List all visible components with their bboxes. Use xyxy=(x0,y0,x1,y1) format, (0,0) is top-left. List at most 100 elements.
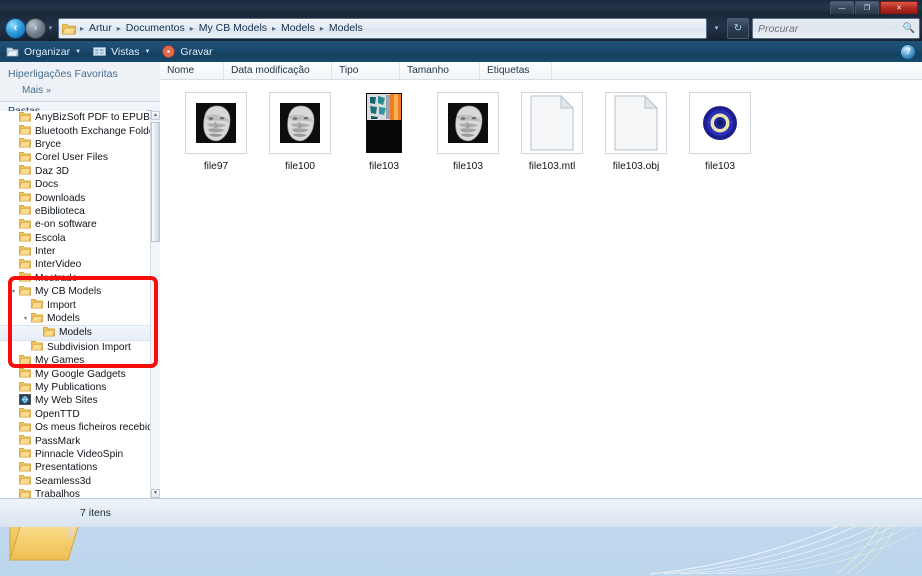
tree-item-os-meus-ficheiros-recebidos[interactable]: Os meus ficheiros recebidos xyxy=(0,421,152,434)
file-label: file103.mtl xyxy=(528,161,576,172)
burn-disc-icon xyxy=(162,45,176,58)
folder-icon xyxy=(19,474,32,488)
breadcrumb-item-2[interactable]: My CB Models xyxy=(197,20,269,37)
column-header-etiquetas[interactable]: Etiquetas xyxy=(480,62,552,79)
chevron-down-icon: ▾ xyxy=(714,24,719,32)
breadcrumb: ▸ Artur ▸ Documentos ▸ My CB Models ▸ Models ▸ Mo… xyxy=(77,20,365,37)
tree-item-downloads[interactable]: Downloads xyxy=(0,191,152,204)
tree-item-seamless3d[interactable]: Seamless3d xyxy=(0,475,152,488)
tree-item-inter[interactable]: Inter xyxy=(0,245,152,258)
file-item[interactable]: file103.obj xyxy=(594,92,678,172)
expander-icon[interactable]: ▾ xyxy=(8,288,19,295)
maximize-button[interactable]: ❐ xyxy=(855,1,879,15)
tree-item-trabalhos[interactable]: Trabalhos xyxy=(0,488,152,498)
tree-item-label: My Google Gadgets xyxy=(35,368,126,380)
file-item[interactable]: file103 xyxy=(342,92,426,172)
tree-item-my-publications[interactable]: My Publications xyxy=(0,381,152,394)
search-box[interactable]: 🔍 xyxy=(752,18,920,39)
favorite-links-header: Hiperligações Favoritas xyxy=(8,68,118,80)
breadcrumb-item-3[interactable]: Models xyxy=(279,20,317,37)
tree-item-docs[interactable]: Docs xyxy=(0,178,152,191)
views-icon xyxy=(93,47,106,56)
tree-item-daz-3d[interactable]: Daz 3D xyxy=(0,165,152,178)
burn-button[interactable]: Gravar xyxy=(156,42,218,61)
tree-item-ebiblioteca[interactable]: eBiblioteca xyxy=(0,205,152,218)
tree-item-label: Daz 3D xyxy=(35,165,69,177)
search-input[interactable] xyxy=(753,20,900,37)
tree-scrollbar[interactable]: ▲ ▼ xyxy=(150,111,160,498)
tree-item-bluetooth-exchange-folder[interactable]: Bluetooth Exchange Folder xyxy=(0,124,152,137)
back-button[interactable]: ‹ xyxy=(5,18,26,39)
tree-item-label: InterVideo xyxy=(35,259,82,271)
history-dropdown-button[interactable]: ▾ xyxy=(46,25,55,32)
file-item[interactable]: file97 xyxy=(174,92,258,172)
views-button[interactable]: Vistas ▼ xyxy=(87,42,156,61)
tree-item-label: OpenTTD xyxy=(35,408,80,420)
navigation-bar: ‹ › ▾ ▸ Artur ▸ Documentos ▸ My CB Models ▸ Mod… xyxy=(0,14,922,41)
tree-item-passmark[interactable]: PassMark xyxy=(0,434,152,447)
file-item[interactable]: file103 xyxy=(678,92,762,172)
folder-icon xyxy=(31,312,44,326)
column-header-nome[interactable]: Nome xyxy=(160,62,224,79)
file-item[interactable]: file103 xyxy=(426,92,510,172)
search-icon: 🔍 xyxy=(902,22,915,34)
organize-button[interactable]: Organizar ▼ xyxy=(0,42,87,61)
column-header-tipo[interactable]: Tipo xyxy=(332,62,400,79)
scrollbar-thumb[interactable] xyxy=(151,122,160,242)
command-toolbar: Organizar ▼ Vistas ▼ Gravar ? xyxy=(0,41,922,63)
column-header-tamanho[interactable]: Tamanho xyxy=(400,62,480,79)
scroll-down-button[interactable]: ▼ xyxy=(151,489,160,498)
tree-item-corel-user-files[interactable]: Corel User Files xyxy=(0,151,152,164)
tree-item-escola[interactable]: Escola xyxy=(0,232,152,245)
breadcrumb-item-4[interactable]: Models xyxy=(327,20,365,37)
tree-item-my-google-gadgets[interactable]: My Google Gadgets xyxy=(0,367,152,380)
scroll-up-button[interactable]: ▲ xyxy=(151,111,160,120)
help-button[interactable]: ? xyxy=(900,43,916,60)
breadcrumb-item-0[interactable]: Artur xyxy=(87,20,114,37)
folder-icon xyxy=(31,298,44,312)
refresh-button[interactable]: ↻ xyxy=(727,18,749,39)
folder-icon xyxy=(19,488,32,498)
minimize-button[interactable]: — xyxy=(830,1,854,15)
maximize-icon: ❐ xyxy=(863,4,871,12)
breadcrumb-item-1[interactable]: Documentos xyxy=(124,20,187,37)
tree-item-pinnacle-videospin[interactable]: Pinnacle VideoSpin xyxy=(0,448,152,461)
address-dropdown-button[interactable]: ▾ xyxy=(707,18,726,37)
tree-item-mestrado[interactable]: Mestrado xyxy=(0,272,152,285)
address-bar[interactable]: ▸ Artur ▸ Documentos ▸ My CB Models ▸ Models ▸ Mo… xyxy=(58,18,707,39)
tree-item-my-web-sites[interactable]: My Web Sites xyxy=(0,394,152,407)
folder-icon xyxy=(19,367,32,381)
close-button[interactable]: ✕ xyxy=(880,1,918,15)
file-item[interactable]: file103.mtl xyxy=(510,92,594,172)
refresh-icon: ↻ xyxy=(733,23,743,34)
tree-item-openttd[interactable]: OpenTTD xyxy=(0,408,152,421)
tree-item-label: Escola xyxy=(35,232,66,244)
tree-item-presentations[interactable]: Presentations xyxy=(0,461,152,474)
explorer-window: — ❐ ✕ ‹ › ▾ ▸ Artur ▸ Documentos ▸ My CB… xyxy=(0,0,922,498)
tree-item-label: Models xyxy=(59,327,92,339)
document-file-icon xyxy=(521,92,583,154)
tree-item-my-cb-models[interactable]: ▾ My CB Models xyxy=(0,285,152,298)
folder-icon xyxy=(19,137,32,151)
tree-item-import[interactable]: Import xyxy=(0,298,152,311)
tree-item-bryce[interactable]: Bryce xyxy=(0,138,152,151)
expander-icon[interactable]: ▾ xyxy=(20,315,31,322)
tree-item-my-games[interactable]: My Games xyxy=(0,354,152,367)
tree-item-subdivision-import[interactable]: Subdivision Import xyxy=(0,341,152,354)
column-header-data-modifica-o[interactable]: Data modificação xyxy=(224,62,332,79)
file-item[interactable]: file100 xyxy=(258,92,342,172)
forward-button[interactable]: › xyxy=(25,18,46,39)
organize-icon xyxy=(6,47,19,56)
tree-item-models[interactable]: Models xyxy=(0,325,152,341)
tree-item-label: My Publications xyxy=(35,382,107,393)
more-links-button[interactable]: Mais» xyxy=(0,84,160,99)
tree-item-anybizsoft-pdf-to-epub[interactable]: AnyBizSoft PDF to EPUB xyxy=(0,111,152,124)
chevron-down-icon: ▾ xyxy=(48,25,53,32)
tree-item-e-on-software[interactable]: e-on software xyxy=(0,218,152,231)
tree-item-intervideo[interactable]: InterVideo xyxy=(0,258,152,271)
folder-icon xyxy=(19,461,32,475)
status-bar: 7 itens xyxy=(0,498,922,527)
folder-icon xyxy=(19,271,32,285)
tree-item-models[interactable]: ▾ Models xyxy=(0,312,152,325)
folder-icon xyxy=(19,191,32,205)
